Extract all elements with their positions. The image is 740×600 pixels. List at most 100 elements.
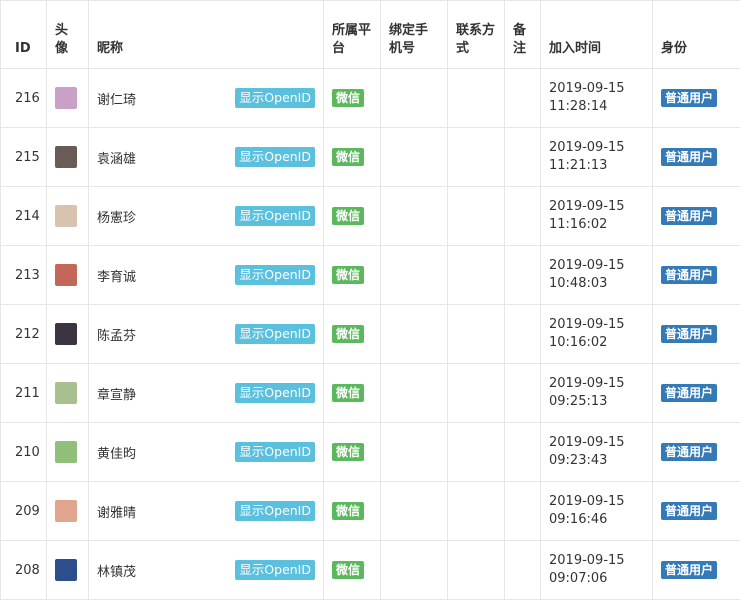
wechat-badge: 微信 [332, 502, 364, 520]
avatar[interactable] [55, 205, 77, 227]
user-id: 216 [1, 69, 47, 128]
contact-cell [448, 305, 505, 364]
header-id[interactable]: ID [1, 1, 47, 69]
joined-date: 2019-09-15 [549, 494, 625, 509]
wechat-badge: 微信 [332, 148, 364, 166]
nickname: 陈孟芬 [97, 325, 136, 344]
table-header: ID 头像 昵称 所属平台 绑定手机号 联系方式 备注 加入时间 身份 设置 [1, 1, 740, 69]
joined-cell: 2019-09-1511:16:02 [541, 187, 653, 246]
wechat-badge: 微信 [332, 325, 364, 343]
user-id: 214 [1, 187, 47, 246]
role-badge: 普通用户 [661, 325, 717, 343]
avatar[interactable] [55, 323, 77, 345]
joined-time: 10:48:03 [549, 276, 607, 291]
header-avatar: 头像 [47, 1, 89, 69]
nickname-cell: 陈孟芬 显示OpenID [89, 305, 324, 364]
show-openid-button[interactable]: 显示OpenID [235, 324, 315, 344]
show-openid-button[interactable]: 显示OpenID [235, 206, 315, 226]
platform-cell: 微信 [324, 246, 381, 305]
nickname-cell: 李育诚 显示OpenID [89, 246, 324, 305]
joined-time: 11:28:14 [549, 99, 607, 114]
user-id: 212 [1, 305, 47, 364]
joined-time: 09:16:46 [549, 512, 607, 527]
joined-date: 2019-09-15 [549, 140, 625, 155]
role-badge: 普通用户 [661, 384, 717, 402]
contact-cell [448, 482, 505, 541]
contact-cell [448, 246, 505, 305]
avatar[interactable] [55, 441, 77, 463]
role-cell: 普通用户 [653, 423, 740, 482]
remark-cell [505, 128, 541, 187]
role-cell: 普通用户 [653, 364, 740, 423]
platform-cell: 微信 [324, 364, 381, 423]
joined-date: 2019-09-15 [549, 258, 625, 273]
role-badge: 普通用户 [661, 266, 717, 284]
joined-date: 2019-09-15 [549, 553, 625, 568]
table-row: 209 谢雅晴 显示OpenID 微信 2019-09-1509:16:46 普… [1, 482, 740, 541]
header-role: 身份 [653, 1, 740, 69]
phone-cell [381, 187, 448, 246]
wechat-badge: 微信 [332, 384, 364, 402]
remark-cell [505, 482, 541, 541]
nickname-cell: 袁涵雄 显示OpenID [89, 128, 324, 187]
nickname: 杨憲珍 [97, 207, 136, 226]
avatar[interactable] [55, 264, 77, 286]
contact-cell [448, 423, 505, 482]
avatar[interactable] [55, 146, 77, 168]
avatar-cell [47, 305, 89, 364]
table-body: 216 谢仁琦 显示OpenID 微信 2019-09-1511:28:14 普… [1, 69, 740, 600]
nickname-cell: 杨憲珍 显示OpenID [89, 187, 324, 246]
nickname: 林镇茂 [97, 561, 136, 580]
avatar[interactable] [55, 559, 77, 581]
show-openid-button[interactable]: 显示OpenID [235, 265, 315, 285]
joined-time: 11:21:13 [549, 158, 607, 173]
remark-cell [505, 246, 541, 305]
avatar[interactable] [55, 87, 77, 109]
joined-time: 09:07:06 [549, 571, 607, 586]
header-remark: 备注 [505, 1, 541, 69]
show-openid-button[interactable]: 显示OpenID [235, 560, 315, 580]
contact-cell [448, 128, 505, 187]
show-openid-button[interactable]: 显示OpenID [235, 88, 315, 108]
phone-cell [381, 364, 448, 423]
show-openid-button[interactable]: 显示OpenID [235, 383, 315, 403]
joined-date: 2019-09-15 [549, 81, 625, 96]
header-platform: 所属平台 [324, 1, 381, 69]
header-joined[interactable]: 加入时间 [541, 1, 653, 69]
remark-cell [505, 423, 541, 482]
phone-cell [381, 305, 448, 364]
joined-cell: 2019-09-1510:16:02 [541, 305, 653, 364]
contact-cell [448, 187, 505, 246]
table-row: 215 袁涵雄 显示OpenID 微信 2019-09-1511:21:13 普… [1, 128, 740, 187]
platform-cell: 微信 [324, 128, 381, 187]
platform-cell: 微信 [324, 423, 381, 482]
remark-cell [505, 69, 541, 128]
role-badge: 普通用户 [661, 443, 717, 461]
table-row: 210 黄佳昀 显示OpenID 微信 2019-09-1509:23:43 普… [1, 423, 740, 482]
show-openid-button[interactable]: 显示OpenID [235, 501, 315, 521]
joined-date: 2019-09-15 [549, 199, 625, 214]
header-phone: 绑定手机号 [381, 1, 448, 69]
joined-cell: 2019-09-1509:25:13 [541, 364, 653, 423]
joined-date: 2019-09-15 [549, 317, 625, 332]
nickname: 谢雅晴 [97, 502, 136, 521]
phone-cell [381, 423, 448, 482]
table-row: 211 章宣静 显示OpenID 微信 2019-09-1509:25:13 普… [1, 364, 740, 423]
contact-cell [448, 364, 505, 423]
table-row: 214 杨憲珍 显示OpenID 微信 2019-09-1511:16:02 普… [1, 187, 740, 246]
remark-cell [505, 305, 541, 364]
show-openid-button[interactable]: 显示OpenID [235, 442, 315, 462]
avatar[interactable] [55, 500, 77, 522]
show-openid-button[interactable]: 显示OpenID [235, 147, 315, 167]
avatar-cell [47, 246, 89, 305]
avatar[interactable] [55, 382, 77, 404]
avatar-cell [47, 482, 89, 541]
wechat-badge: 微信 [332, 561, 364, 579]
avatar-cell [47, 128, 89, 187]
wechat-badge: 微信 [332, 207, 364, 225]
role-cell: 普通用户 [653, 69, 740, 128]
phone-cell [381, 482, 448, 541]
contact-cell [448, 69, 505, 128]
platform-cell: 微信 [324, 305, 381, 364]
user-id: 213 [1, 246, 47, 305]
